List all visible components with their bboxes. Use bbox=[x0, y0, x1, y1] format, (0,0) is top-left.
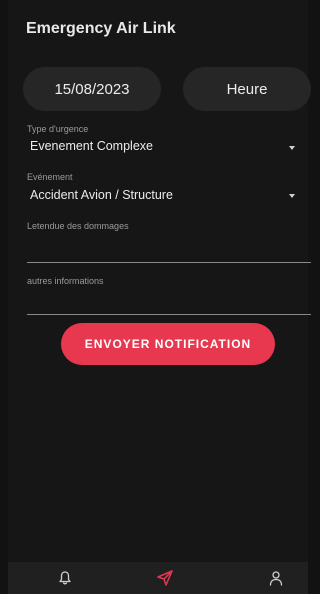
etendue-dommages-label: Letendue des dommages bbox=[27, 221, 129, 231]
nav-item-notifications[interactable] bbox=[45, 562, 85, 594]
bell-icon bbox=[59, 571, 71, 585]
date-button[interactable]: 15/08/2023 bbox=[23, 67, 161, 111]
chevron-down-icon bbox=[289, 146, 295, 150]
nav-item-send[interactable] bbox=[145, 562, 185, 594]
nav-item-profile[interactable] bbox=[256, 562, 296, 594]
user-icon bbox=[269, 571, 283, 586]
evenement-value: Accident Avion / Structure bbox=[30, 188, 173, 202]
type-urgence-label: Type d'urgence bbox=[27, 124, 89, 134]
app-screen: Emergency Air Link 15/08/2023 Heure Type… bbox=[8, 0, 311, 594]
type-urgence-value: Evenement Complexe bbox=[30, 139, 153, 153]
autres-informations-underline bbox=[27, 314, 311, 315]
send-icon bbox=[157, 570, 173, 586]
bottom-nav bbox=[8, 562, 308, 594]
autres-informations-label: autres informations bbox=[27, 276, 104, 286]
send-notification-button[interactable]: ENVOYER NOTIFICATION bbox=[61, 323, 275, 365]
evenement-label: Evénement bbox=[27, 172, 73, 182]
chevron-down-icon bbox=[289, 194, 295, 198]
time-button[interactable]: Heure bbox=[183, 67, 311, 111]
app-title: Emergency Air Link bbox=[26, 20, 176, 37]
etendue-dommages-underline bbox=[27, 262, 311, 263]
